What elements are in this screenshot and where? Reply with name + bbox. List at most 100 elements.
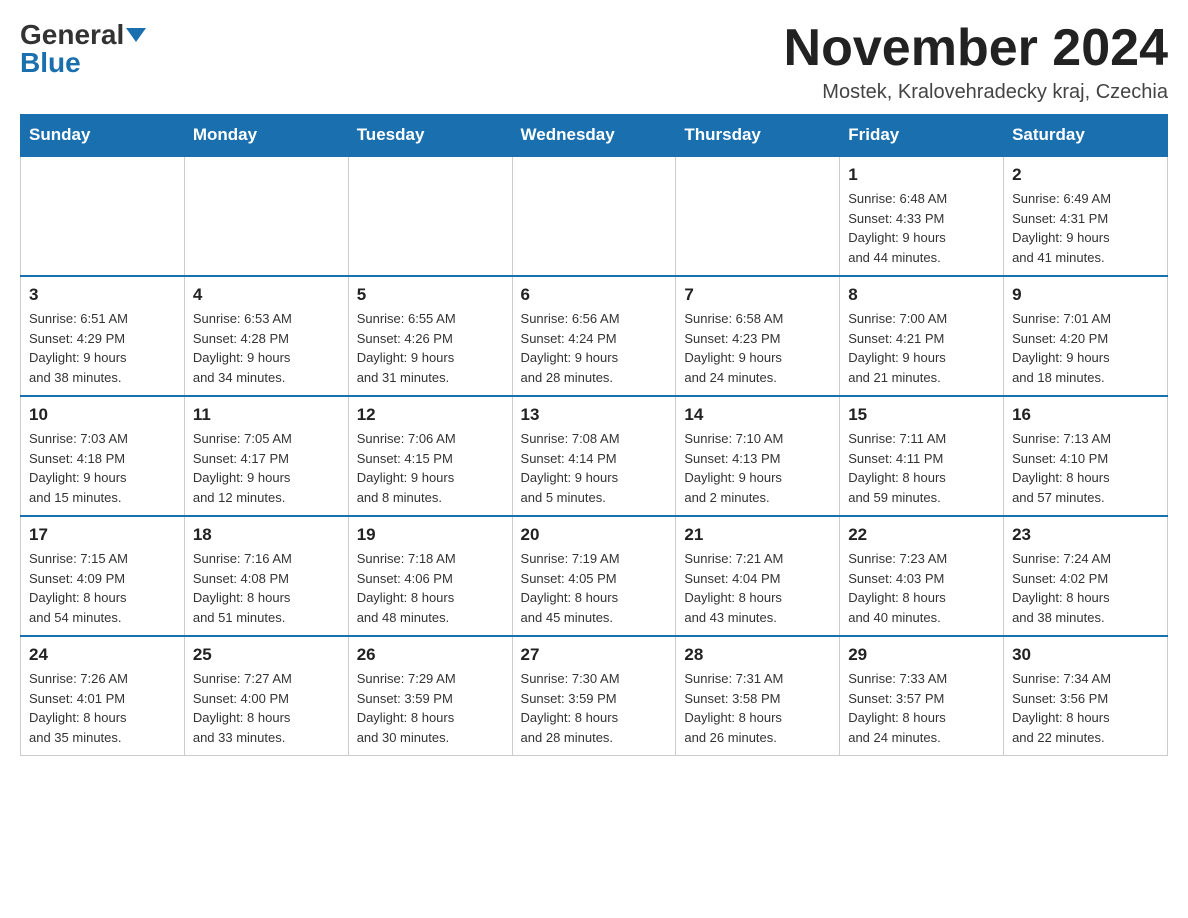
- day-number: 10: [29, 405, 176, 425]
- day-info: Sunrise: 7:01 AMSunset: 4:20 PMDaylight:…: [1012, 309, 1159, 387]
- day-number: 1: [848, 165, 995, 185]
- calendar-cell: 24 Sunrise: 7:26 AMSunset: 4:01 PMDayligh…: [21, 636, 185, 756]
- day-number: 8: [848, 285, 995, 305]
- calendar-cell: 9 Sunrise: 7:01 AMSunset: 4:20 PMDaylight…: [1004, 276, 1168, 396]
- day-number: 28: [684, 645, 831, 665]
- logo: General Blue: [20, 20, 146, 79]
- calendar-cell: [21, 156, 185, 276]
- day-number: 21: [684, 525, 831, 545]
- weekday-header-monday: Monday: [184, 115, 348, 157]
- weekday-header-saturday: Saturday: [1004, 115, 1168, 157]
- day-number: 17: [29, 525, 176, 545]
- calendar-cell: 10 Sunrise: 7:03 AMSunset: 4:18 PMDayligh…: [21, 396, 185, 516]
- calendar-cell: 21Sunrise: 7:21 AMSunset: 4:04 PMDayligh…: [676, 516, 840, 636]
- day-number: 14: [684, 405, 831, 425]
- calendar-cell: 22 Sunrise: 7:23 AMSunset: 4:03 PMDayligh…: [840, 516, 1004, 636]
- calendar-cell: 1Sunrise: 6:48 AMSunset: 4:33 PMDaylight…: [840, 156, 1004, 276]
- day-info: Sunrise: 7:15 AMSunset: 4:09 PMDaylight:…: [29, 549, 176, 627]
- day-info: Sunrise: 7:16 AMSunset: 4:08 PMDaylight:…: [193, 549, 340, 627]
- weekday-header-thursday: Thursday: [676, 115, 840, 157]
- logo-triangle-icon: [126, 28, 146, 42]
- day-info: Sunrise: 7:10 AMSunset: 4:13 PMDaylight:…: [684, 429, 831, 507]
- calendar-cell: 16 Sunrise: 7:13 AMSunset: 4:10 PMDayligh…: [1004, 396, 1168, 516]
- calendar-cell: 28 Sunrise: 7:31 AMSunset: 3:58 PMDayligh…: [676, 636, 840, 756]
- calendar-cell: 8Sunrise: 7:00 AMSunset: 4:21 PMDaylight…: [840, 276, 1004, 396]
- day-number: 22: [848, 525, 995, 545]
- day-info: Sunrise: 7:11 AMSunset: 4:11 PMDaylight:…: [848, 429, 995, 507]
- day-info: Sunrise: 7:06 AMSunset: 4:15 PMDaylight:…: [357, 429, 504, 507]
- calendar-week-1: 1Sunrise: 6:48 AMSunset: 4:33 PMDaylight…: [21, 156, 1168, 276]
- day-number: 9: [1012, 285, 1159, 305]
- day-info: Sunrise: 6:58 AMSunset: 4:23 PMDaylight:…: [684, 309, 831, 387]
- calendar-cell: 6Sunrise: 6:56 AMSunset: 4:24 PMDaylight…: [512, 276, 676, 396]
- day-number: 2: [1012, 165, 1159, 185]
- day-info: Sunrise: 6:56 AMSunset: 4:24 PMDaylight:…: [521, 309, 668, 387]
- calendar-cell: 25 Sunrise: 7:27 AMSunset: 4:00 PMDayligh…: [184, 636, 348, 756]
- day-info: Sunrise: 7:13 AMSunset: 4:10 PMDaylight:…: [1012, 429, 1159, 507]
- day-number: 7: [684, 285, 831, 305]
- day-number: 24: [29, 645, 176, 665]
- weekday-header-tuesday: Tuesday: [348, 115, 512, 157]
- weekday-header-friday: Friday: [840, 115, 1004, 157]
- day-number: 27: [521, 645, 668, 665]
- day-number: 13: [521, 405, 668, 425]
- calendar-cell: 30Sunrise: 7:34 AMSunset: 3:56 PMDayligh…: [1004, 636, 1168, 756]
- calendar-cell: 23Sunrise: 7:24 AMSunset: 4:02 PMDayligh…: [1004, 516, 1168, 636]
- calendar-cell: [512, 156, 676, 276]
- month-title: November 2024: [784, 20, 1168, 77]
- day-number: 18: [193, 525, 340, 545]
- day-info: Sunrise: 7:08 AMSunset: 4:14 PMDaylight:…: [521, 429, 668, 507]
- day-info: Sunrise: 7:18 AMSunset: 4:06 PMDaylight:…: [357, 549, 504, 627]
- calendar-cell: [184, 156, 348, 276]
- weekday-header-wednesday: Wednesday: [512, 115, 676, 157]
- page-header: General Blue November 2024 Mostek, Kralo…: [20, 20, 1168, 104]
- calendar-cell: 18 Sunrise: 7:16 AMSunset: 4:08 PMDayligh…: [184, 516, 348, 636]
- day-info: Sunrise: 6:49 AMSunset: 4:31 PMDaylight:…: [1012, 189, 1159, 267]
- calendar-week-5: 24 Sunrise: 7:26 AMSunset: 4:01 PMDayligh…: [21, 636, 1168, 756]
- calendar-cell: 14 Sunrise: 7:10 AMSunset: 4:13 PMDayligh…: [676, 396, 840, 516]
- calendar-cell: 12Sunrise: 7:06 AMSunset: 4:15 PMDayligh…: [348, 396, 512, 516]
- day-number: 5: [357, 285, 504, 305]
- calendar-cell: 20 Sunrise: 7:19 AMSunset: 4:05 PMDayligh…: [512, 516, 676, 636]
- day-number: 15: [848, 405, 995, 425]
- day-number: 16: [1012, 405, 1159, 425]
- calendar-cell: 17 Sunrise: 7:15 AMSunset: 4:09 PMDayligh…: [21, 516, 185, 636]
- calendar-week-3: 10 Sunrise: 7:03 AMSunset: 4:18 PMDayligh…: [21, 396, 1168, 516]
- weekday-header-row: SundayMondayTuesdayWednesdayThursdayFrid…: [21, 115, 1168, 157]
- day-info: Sunrise: 7:33 AMSunset: 3:57 PMDaylight:…: [848, 669, 995, 747]
- day-number: 29: [848, 645, 995, 665]
- calendar-cell: 19 Sunrise: 7:18 AMSunset: 4:06 PMDayligh…: [348, 516, 512, 636]
- day-info: Sunrise: 7:05 AMSunset: 4:17 PMDaylight:…: [193, 429, 340, 507]
- day-number: 26: [357, 645, 504, 665]
- calendar-cell: 13 Sunrise: 7:08 AMSunset: 4:14 PMDayligh…: [512, 396, 676, 516]
- weekday-header-sunday: Sunday: [21, 115, 185, 157]
- day-info: Sunrise: 7:34 AMSunset: 3:56 PMDaylight:…: [1012, 669, 1159, 747]
- day-info: Sunrise: 7:31 AMSunset: 3:58 PMDaylight:…: [684, 669, 831, 747]
- calendar-cell: [676, 156, 840, 276]
- day-number: 25: [193, 645, 340, 665]
- day-number: 4: [193, 285, 340, 305]
- calendar-cell: 11Sunrise: 7:05 AMSunset: 4:17 PMDayligh…: [184, 396, 348, 516]
- day-info: Sunrise: 6:51 AMSunset: 4:29 PMDaylight:…: [29, 309, 176, 387]
- calendar-cell: 5 Sunrise: 6:55 AMSunset: 4:26 PMDaylight…: [348, 276, 512, 396]
- calendar-cell: 7 Sunrise: 6:58 AMSunset: 4:23 PMDaylight…: [676, 276, 840, 396]
- day-number: 3: [29, 285, 176, 305]
- logo-blue-text: Blue: [20, 47, 81, 79]
- day-info: Sunrise: 7:23 AMSunset: 4:03 PMDaylight:…: [848, 549, 995, 627]
- day-info: Sunrise: 6:55 AMSunset: 4:26 PMDaylight:…: [357, 309, 504, 387]
- calendar-cell: 2 Sunrise: 6:49 AMSunset: 4:31 PMDaylight…: [1004, 156, 1168, 276]
- calendar-cell: [348, 156, 512, 276]
- location-text: Mostek, Kralovehradecky kraj, Czechia: [784, 81, 1168, 104]
- calendar-cell: 26Sunrise: 7:29 AMSunset: 3:59 PMDayligh…: [348, 636, 512, 756]
- calendar-cell: 29 Sunrise: 7:33 AMSunset: 3:57 PMDayligh…: [840, 636, 1004, 756]
- day-info: Sunrise: 7:27 AMSunset: 4:00 PMDaylight:…: [193, 669, 340, 747]
- day-number: 19: [357, 525, 504, 545]
- calendar-week-4: 17 Sunrise: 7:15 AMSunset: 4:09 PMDayligh…: [21, 516, 1168, 636]
- day-number: 20: [521, 525, 668, 545]
- calendar-table: SundayMondayTuesdayWednesdayThursdayFrid…: [20, 114, 1168, 756]
- day-info: Sunrise: 7:19 AMSunset: 4:05 PMDaylight:…: [521, 549, 668, 627]
- calendar-cell: 4Sunrise: 6:53 AMSunset: 4:28 PMDaylight…: [184, 276, 348, 396]
- day-info: Sunrise: 7:03 AMSunset: 4:18 PMDaylight:…: [29, 429, 176, 507]
- title-area: November 2024 Mostek, Kralovehradecky kr…: [784, 20, 1168, 104]
- day-info: Sunrise: 7:26 AMSunset: 4:01 PMDaylight:…: [29, 669, 176, 747]
